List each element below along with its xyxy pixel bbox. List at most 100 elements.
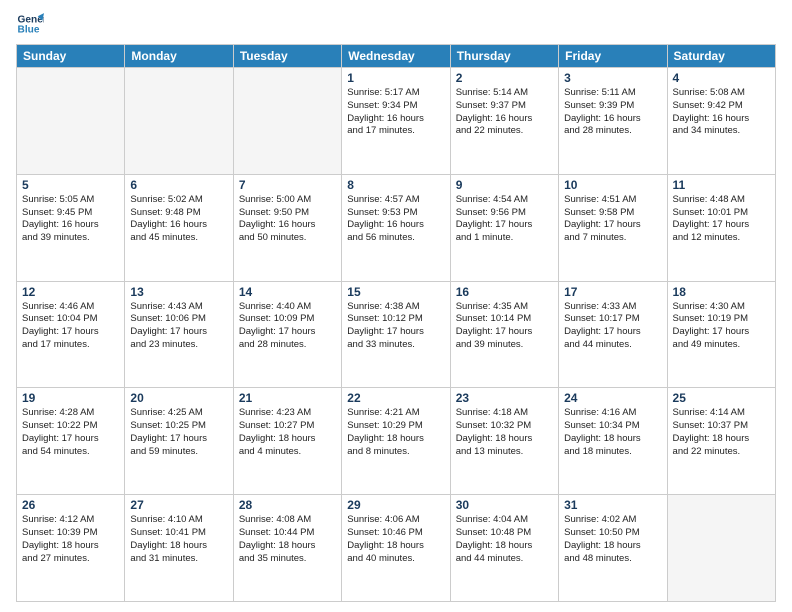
day-number: 18 (673, 285, 770, 299)
table-row: 20Sunrise: 4:25 AM Sunset: 10:25 PM Dayl… (125, 388, 233, 495)
page: General Blue SundayMondayTuesdayWednesda… (0, 0, 792, 612)
day-number: 9 (456, 178, 553, 192)
table-row: 1 Sunrise: 5:17 AM Sunset: 9:34 PM Daylig… (342, 68, 450, 175)
cell-content: Sunrise: 4:33 AM Sunset: 10:17 PM Daylig… (564, 301, 661, 352)
day-number: 17 (564, 285, 661, 299)
day-number: 24 (564, 391, 661, 405)
day-header-saturday: Saturday (667, 45, 775, 68)
table-row: 26Sunrise: 4:12 AM Sunset: 10:39 PM Dayl… (17, 495, 125, 602)
cell-content: Sunrise: 4:08 AM Sunset: 10:44 PM Daylig… (239, 514, 336, 565)
table-row: 6 Sunrise: 5:02 AM Sunset: 9:48 PM Daylig… (125, 174, 233, 281)
table-row: 10 Sunrise: 4:51 AM Sunset: 9:58 PM Dayli… (559, 174, 667, 281)
day-number: 11 (673, 178, 770, 192)
table-row: 11 Sunrise: 4:48 AM Sunset: 10:01 PM Dayl… (667, 174, 775, 281)
day-number: 29 (347, 498, 444, 512)
day-header-wednesday: Wednesday (342, 45, 450, 68)
header-row: SundayMondayTuesdayWednesdayThursdayFrid… (17, 45, 776, 68)
calendar-row: 19 Sunrise: 4:28 AM Sunset: 10:22 PM Dayl… (17, 388, 776, 495)
table-row: 4 Sunrise: 5:08 AM Sunset: 9:42 PM Daylig… (667, 68, 775, 175)
table-row: 30 Sunrise: 4:04 AM Sunset: 10:48 PM Dayl… (450, 495, 558, 602)
cell-content: Sunrise: 4:46 AM Sunset: 10:04 PM Daylig… (22, 301, 119, 352)
day-number: 7 (239, 178, 336, 192)
day-header-thursday: Thursday (450, 45, 558, 68)
cell-content: Sunrise: 5:02 AM Sunset: 9:48 PM Dayligh… (130, 194, 227, 245)
cell-content: Sunrise: 4:25 AM Sunset: 10:25 PM Daylig… (130, 407, 227, 458)
day-number: 22 (347, 391, 444, 405)
day-number: 28 (239, 498, 336, 512)
day-header-sunday: Sunday (17, 45, 125, 68)
table-row: 7 Sunrise: 5:00 AM Sunset: 9:50 PM Daylig… (233, 174, 341, 281)
table-row: 22 Sunrise: 4:21 AM Sunset: 10:29 PM Dayl… (342, 388, 450, 495)
table-row: 28 Sunrise: 4:08 AM Sunset: 10:44 PM Dayl… (233, 495, 341, 602)
logo-icon: General Blue (16, 10, 44, 38)
day-number: 8 (347, 178, 444, 192)
cell-content: Sunrise: 4:57 AM Sunset: 9:53 PM Dayligh… (347, 194, 444, 245)
table-row: 14Sunrise: 4:40 AM Sunset: 10:09 PM Dayl… (233, 281, 341, 388)
cell-content: Sunrise: 4:04 AM Sunset: 10:48 PM Daylig… (456, 514, 553, 565)
cell-content: Sunrise: 4:14 AM Sunset: 10:37 PM Daylig… (673, 407, 770, 458)
table-row: 9Sunrise: 4:54 AM Sunset: 9:56 PM Daylig… (450, 174, 558, 281)
day-number: 30 (456, 498, 553, 512)
logo: General Blue (16, 10, 48, 38)
svg-text:Blue: Blue (18, 25, 40, 36)
cell-content: Sunrise: 5:05 AM Sunset: 9:45 PM Dayligh… (22, 194, 119, 245)
cell-content: Sunrise: 5:14 AM Sunset: 9:37 PM Dayligh… (456, 87, 553, 138)
table-row: 18Sunrise: 4:30 AM Sunset: 10:19 PM Dayl… (667, 281, 775, 388)
cell-content: Sunrise: 4:10 AM Sunset: 10:41 PM Daylig… (130, 514, 227, 565)
header: General Blue (16, 10, 776, 38)
table-row: 3Sunrise: 5:11 AM Sunset: 9:39 PM Daylig… (559, 68, 667, 175)
cell-content: Sunrise: 4:06 AM Sunset: 10:46 PM Daylig… (347, 514, 444, 565)
day-number: 31 (564, 498, 661, 512)
day-number: 15 (347, 285, 444, 299)
day-header-friday: Friday (559, 45, 667, 68)
day-number: 21 (239, 391, 336, 405)
day-number: 2 (456, 71, 553, 85)
cell-content: Sunrise: 4:02 AM Sunset: 10:50 PM Daylig… (564, 514, 661, 565)
cell-content: Sunrise: 4:48 AM Sunset: 10:01 PM Daylig… (673, 194, 770, 245)
table-row: 24 Sunrise: 4:16 AM Sunset: 10:34 PM Dayl… (559, 388, 667, 495)
cell-content: Sunrise: 5:00 AM Sunset: 9:50 PM Dayligh… (239, 194, 336, 245)
day-header-monday: Monday (125, 45, 233, 68)
table-row (667, 495, 775, 602)
calendar-row: 5 Sunrise: 5:05 AM Sunset: 9:45 PM Daylig… (17, 174, 776, 281)
day-number: 5 (22, 178, 119, 192)
cell-content: Sunrise: 4:28 AM Sunset: 10:22 PM Daylig… (22, 407, 119, 458)
day-number: 10 (564, 178, 661, 192)
cell-content: Sunrise: 4:12 AM Sunset: 10:39 PM Daylig… (22, 514, 119, 565)
table-row: 31 Sunrise: 4:02 AM Sunset: 10:50 PM Dayl… (559, 495, 667, 602)
cell-content: Sunrise: 4:21 AM Sunset: 10:29 PM Daylig… (347, 407, 444, 458)
table-row: 29 Sunrise: 4:06 AM Sunset: 10:46 PM Dayl… (342, 495, 450, 602)
cell-content: Sunrise: 4:16 AM Sunset: 10:34 PM Daylig… (564, 407, 661, 458)
calendar-row: 26Sunrise: 4:12 AM Sunset: 10:39 PM Dayl… (17, 495, 776, 602)
table-row: 13 Sunrise: 4:43 AM Sunset: 10:06 PM Dayl… (125, 281, 233, 388)
day-header-tuesday: Tuesday (233, 45, 341, 68)
calendar-table: SundayMondayTuesdayWednesdayThursdayFrid… (16, 44, 776, 602)
table-row: 19 Sunrise: 4:28 AM Sunset: 10:22 PM Dayl… (17, 388, 125, 495)
table-row (233, 68, 341, 175)
day-number: 19 (22, 391, 119, 405)
day-number: 27 (130, 498, 227, 512)
table-row (125, 68, 233, 175)
day-number: 25 (673, 391, 770, 405)
day-number: 4 (673, 71, 770, 85)
day-number: 12 (22, 285, 119, 299)
table-row: 17 Sunrise: 4:33 AM Sunset: 10:17 PM Dayl… (559, 281, 667, 388)
table-row: 27 Sunrise: 4:10 AM Sunset: 10:41 PM Dayl… (125, 495, 233, 602)
cell-content: Sunrise: 4:40 AM Sunset: 10:09 PM Daylig… (239, 301, 336, 352)
day-number: 13 (130, 285, 227, 299)
table-row: 5 Sunrise: 5:05 AM Sunset: 9:45 PM Daylig… (17, 174, 125, 281)
table-row (17, 68, 125, 175)
cell-content: Sunrise: 4:43 AM Sunset: 10:06 PM Daylig… (130, 301, 227, 352)
table-row: 25 Sunrise: 4:14 AM Sunset: 10:37 PM Dayl… (667, 388, 775, 495)
cell-content: Sunrise: 5:17 AM Sunset: 9:34 PM Dayligh… (347, 87, 444, 138)
cell-content: Sunrise: 4:51 AM Sunset: 9:58 PM Dayligh… (564, 194, 661, 245)
table-row: 21Sunrise: 4:23 AM Sunset: 10:27 PM Dayl… (233, 388, 341, 495)
cell-content: Sunrise: 4:18 AM Sunset: 10:32 PM Daylig… (456, 407, 553, 458)
day-number: 23 (456, 391, 553, 405)
table-row: 2 Sunrise: 5:14 AM Sunset: 9:37 PM Daylig… (450, 68, 558, 175)
day-number: 6 (130, 178, 227, 192)
day-number: 1 (347, 71, 444, 85)
day-number: 3 (564, 71, 661, 85)
cell-content: Sunrise: 4:38 AM Sunset: 10:12 PM Daylig… (347, 301, 444, 352)
cell-content: Sunrise: 5:08 AM Sunset: 9:42 PM Dayligh… (673, 87, 770, 138)
